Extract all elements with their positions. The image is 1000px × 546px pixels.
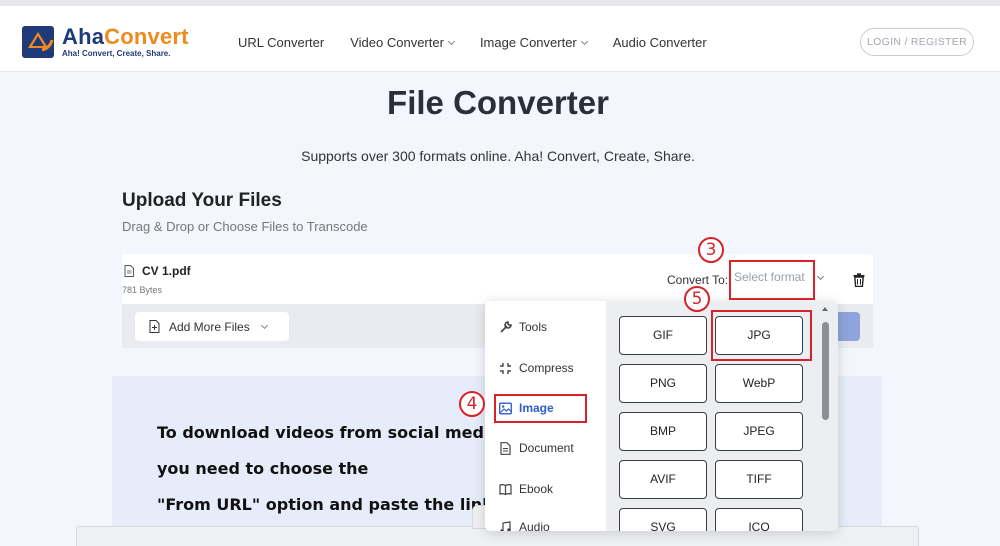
format-ico-button[interactable]: ICO xyxy=(715,508,803,531)
format-bmp-button[interactable]: BMP xyxy=(619,412,707,451)
category-document[interactable]: Document xyxy=(499,441,574,455)
logo-mark-icon xyxy=(20,24,58,60)
format-png-button[interactable]: PNG xyxy=(619,364,707,403)
page-title: File Converter xyxy=(387,84,609,121)
logo-tagline: Aha! Convert, Create, Share. xyxy=(62,49,171,58)
format-avif-button[interactable]: AVIF xyxy=(619,460,707,499)
format-gif-button[interactable]: GIF xyxy=(619,316,707,355)
nav-video-converter[interactable]: Video Converter xyxy=(350,35,455,50)
category-compress[interactable]: Compress xyxy=(499,361,574,375)
format-jpeg-button[interactable]: JPEG xyxy=(715,412,803,451)
page-subtitle: Supports over 300 formats online. Aha! C… xyxy=(301,148,695,164)
chevron-down-icon xyxy=(580,37,588,45)
login-register-button[interactable]: LOGIN / REGISTER xyxy=(860,28,974,56)
highlight-select-format xyxy=(729,260,815,300)
logo[interactable]: AhaConvert Aha! Convert, Create, Share. xyxy=(20,24,189,60)
step-marker-5: 5 xyxy=(684,286,710,312)
format-scrollbar[interactable] xyxy=(820,307,830,529)
file-name: CV 1.pdf xyxy=(142,264,191,278)
convert-to-label: Convert To: xyxy=(667,273,729,287)
document-icon xyxy=(500,441,511,455)
step-marker-4: 4 xyxy=(459,391,485,417)
category-tools[interactable]: Tools xyxy=(499,320,547,334)
file-icon xyxy=(124,265,134,277)
step-marker-3: 3 xyxy=(698,237,724,263)
wrench-icon xyxy=(500,320,512,333)
chevron-down-icon xyxy=(260,321,268,329)
format-tiff-button[interactable]: TIFF xyxy=(715,460,803,499)
highlight-jpg-format xyxy=(711,310,812,361)
format-webp-button[interactable]: WebP xyxy=(715,364,803,403)
site-header: AhaConvert Aha! Convert, Create, Share. … xyxy=(0,6,1000,72)
nav-image-converter[interactable]: Image Converter xyxy=(480,35,588,50)
scrollbar-thumb[interactable] xyxy=(822,322,829,420)
compress-icon xyxy=(500,362,511,374)
main-nav: URL Converter Video Converter Image Conv… xyxy=(238,35,733,50)
upload-subtitle: Drag & Drop or Choose Files to Transcode xyxy=(122,219,368,234)
scroll-up-arrow-icon[interactable] xyxy=(822,307,828,311)
add-file-icon xyxy=(149,320,160,333)
highlight-image-category xyxy=(494,394,587,423)
category-audio[interactable]: Audio xyxy=(499,520,550,531)
chevron-down-icon xyxy=(816,272,825,281)
trash-icon[interactable] xyxy=(853,273,865,287)
book-icon xyxy=(499,483,512,495)
file-size: 781 Bytes xyxy=(122,285,163,295)
nav-url-converter[interactable]: URL Converter xyxy=(238,35,324,50)
logo-name: AhaConvert xyxy=(62,24,189,49)
category-ebook[interactable]: Ebook xyxy=(499,482,553,496)
promo-line: "From URL" option and paste the link xyxy=(157,495,493,514)
audio-icon xyxy=(500,520,511,531)
upload-title: Upload Your Files xyxy=(122,190,282,211)
promo-line: you need to choose the xyxy=(157,459,369,478)
nav-audio-converter[interactable]: Audio Converter xyxy=(613,35,707,50)
add-more-files-button[interactable]: Add More Files xyxy=(135,312,289,341)
chevron-down-icon xyxy=(447,37,455,45)
format-svg-button[interactable]: SVG xyxy=(619,508,707,531)
